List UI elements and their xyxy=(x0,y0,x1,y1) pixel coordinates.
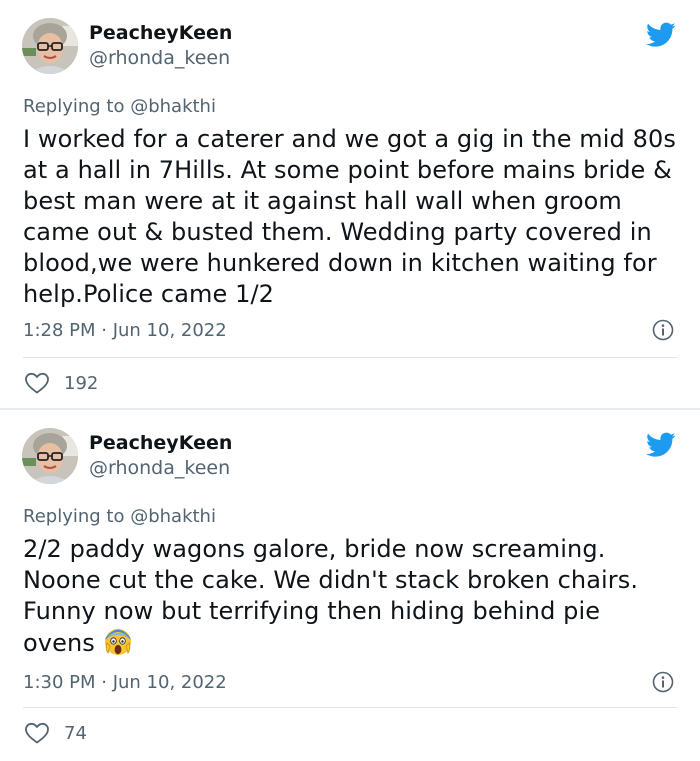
divider xyxy=(23,357,677,358)
screaming-face-emoji xyxy=(104,629,131,655)
twitter-bird-icon[interactable] xyxy=(646,432,676,458)
replying-to: Replying to @bhakthi xyxy=(23,506,216,527)
info-icon[interactable] xyxy=(652,671,674,693)
user-handle[interactable]: @rhonda_keen xyxy=(89,455,232,481)
tweet-card: PeacheyKeen @rhonda_keen Replying to @bh… xyxy=(0,410,700,761)
tweet-text: I worked for a caterer and we got a gig … xyxy=(23,125,684,308)
twitter-bird-icon[interactable] xyxy=(646,22,676,48)
divider xyxy=(23,707,677,708)
replying-to-label: Replying to xyxy=(23,506,131,527)
tweet-text: 2/2 paddy wagons galore, bride now screa… xyxy=(23,534,678,659)
display-name[interactable]: PeacheyKeen xyxy=(89,431,232,455)
replying-to-mention[interactable]: @bhakthi xyxy=(130,506,216,527)
heart-icon[interactable] xyxy=(24,371,50,395)
like-count: 74 xyxy=(64,722,87,744)
tweet-card: PeacheyKeen @rhonda_keen Replying to @bh… xyxy=(0,0,700,408)
replying-to: Replying to @bhakthi xyxy=(23,96,216,117)
tweet-header: PeacheyKeen @rhonda_keen xyxy=(22,18,232,74)
user-handle[interactable]: @rhonda_keen xyxy=(89,45,232,71)
avatar[interactable] xyxy=(22,428,78,484)
tweet-timestamp[interactable]: 1:28 PM · Jun 10, 2022 xyxy=(23,320,227,341)
like-button[interactable]: 74 xyxy=(24,721,87,745)
like-button[interactable]: 192 xyxy=(24,371,98,395)
avatar[interactable] xyxy=(22,18,78,74)
tweet-header: PeacheyKeen @rhonda_keen xyxy=(22,428,232,484)
info-icon[interactable] xyxy=(652,319,674,341)
like-count: 192 xyxy=(64,372,99,394)
replying-to-label: Replying to xyxy=(23,96,131,117)
display-name[interactable]: PeacheyKeen xyxy=(89,21,232,45)
heart-icon[interactable] xyxy=(24,721,50,745)
tweet-timestamp[interactable]: 1:30 PM · Jun 10, 2022 xyxy=(23,672,227,693)
replying-to-mention[interactable]: @bhakthi xyxy=(130,96,216,117)
